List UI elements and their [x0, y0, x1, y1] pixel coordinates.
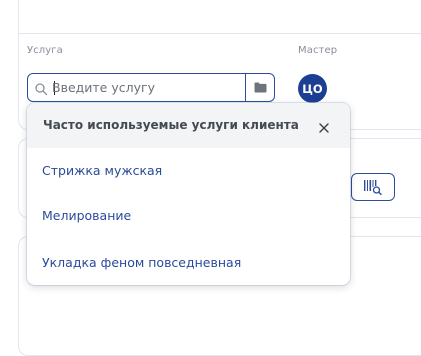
- folder-icon: [254, 82, 267, 93]
- service-catalog-button[interactable]: [245, 73, 275, 102]
- dropdown-title: Часто используемые услуги клиента: [43, 118, 299, 132]
- frequent-services-dropdown: Часто используемые услуги клиента Стрижк…: [27, 103, 350, 285]
- close-icon[interactable]: [318, 119, 330, 133]
- barcode-scan-icon: [364, 180, 382, 195]
- dropdown-item[interactable]: Стрижка мужская: [42, 163, 162, 178]
- service-search-input[interactable]: [52, 77, 240, 98]
- master-avatar[interactable]: ЦО: [298, 74, 327, 103]
- dropdown-item[interactable]: Укладка феном повседневная: [42, 255, 241, 270]
- dropdown-header: Часто используемые услуги клиента: [27, 103, 350, 148]
- master-label: Мастер: [298, 45, 338, 56]
- dropdown-item[interactable]: Мелирование: [42, 208, 131, 223]
- service-search-field[interactable]: [27, 73, 246, 102]
- search-icon: [34, 81, 48, 96]
- section-divider: [18, 33, 421, 34]
- service-label: Услуга: [27, 45, 63, 56]
- barcode-scan-button[interactable]: [351, 173, 395, 201]
